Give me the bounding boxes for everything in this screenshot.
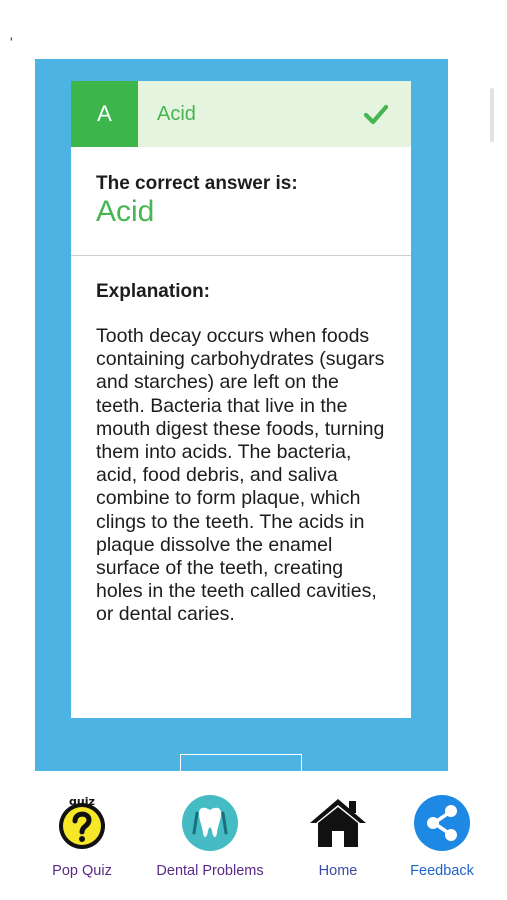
answer-letter-badge: A: [71, 81, 138, 147]
explanation-body: Tooth decay occurs when foods containing…: [96, 325, 385, 626]
stray-mark: ': [10, 34, 13, 50]
selected-answer-row[interactable]: A Acid: [71, 81, 411, 147]
bottom-tab-bar: quiz Pop Quiz Dental Problems Home Feedb…: [0, 771, 507, 900]
tab-feedback[interactable]: Feedback: [402, 771, 482, 900]
correct-answer-label: The correct answer is:: [96, 173, 298, 194]
home-icon: [310, 799, 366, 847]
answer-card: A Acid The correct answer is: Acid Expla…: [71, 81, 411, 718]
tab-pop-quiz[interactable]: quiz Pop Quiz: [40, 771, 124, 900]
quiz-result-screen: ' A Acid The correct answer is: Acid Exp…: [0, 0, 507, 900]
tab-label: Home: [318, 863, 358, 879]
tooth-icon: [182, 795, 238, 851]
tab-label: Dental Problems: [156, 863, 264, 879]
pop-quiz-icon: quiz: [59, 795, 105, 849]
share-icon: [414, 795, 470, 851]
scroll-indicator[interactable]: [490, 88, 494, 142]
checkmark-icon: [364, 104, 388, 125]
explanation-heading: Explanation:: [96, 281, 211, 302]
correct-answer-section: The correct answer is: Acid: [71, 147, 411, 256]
tab-label: Feedback: [410, 863, 474, 879]
answer-option-text: Acid: [157, 103, 196, 125]
correct-answer-value: Acid: [96, 195, 155, 228]
tab-home[interactable]: Home: [300, 771, 376, 900]
tab-dental-problems[interactable]: Dental Problems: [150, 771, 270, 900]
tab-label: Pop Quiz: [52, 863, 112, 879]
svg-text:quiz: quiz: [69, 795, 95, 808]
